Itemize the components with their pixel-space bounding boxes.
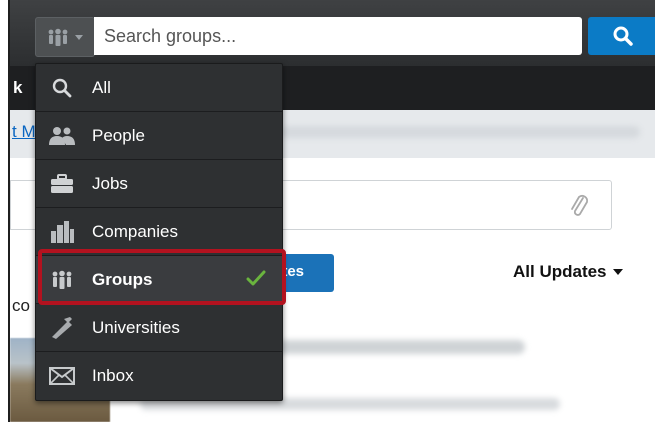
menu-item-universities[interactable]: Universities [36,304,282,352]
blurred-notice-text [280,126,640,138]
search-input[interactable] [94,17,582,55]
menu-item-inbox[interactable]: Inbox [36,352,282,400]
menu-item-label: Jobs [92,173,128,193]
search-scope-menu: All People Jobs Companies Groups Univers… [35,63,283,401]
paperclip-icon[interactable] [568,192,590,222]
search-icon [613,26,633,46]
menu-item-label: Inbox [92,366,134,385]
menu-item-label: All [92,77,111,97]
groups-icon [48,28,68,46]
search-icon [48,74,76,102]
inbox-icon [48,362,76,390]
menu-item-jobs[interactable]: Jobs [36,160,282,208]
all-updates-label: All Updates [513,262,607,281]
nav-item-fragment[interactable]: k [13,78,22,98]
all-updates-filter[interactable]: All Updates [513,262,623,282]
selection-highlight-outline [38,249,286,305]
chevron-down-icon [612,269,623,275]
notice-link-fragment[interactable]: t M [12,122,36,142]
content-text-fragment: co [12,296,30,315]
menu-item-label: Universities [92,317,180,337]
menu-item-all[interactable]: All [36,64,282,112]
menu-item-label: Companies [92,221,178,241]
search-scope-dropdown[interactable] [35,17,95,57]
search-button[interactable] [588,17,655,55]
university-icon [48,314,76,342]
briefcase-icon [48,170,76,198]
menu-item-label: People [92,125,145,145]
blurred-feed-title [275,340,525,354]
chevron-down-icon [75,34,83,40]
people-icon [48,122,76,150]
menu-item-people[interactable]: People [36,112,282,160]
buildings-icon [48,218,76,246]
app-window: k t M ates All Updates co All [8,0,655,422]
top-search-bar [10,0,655,66]
